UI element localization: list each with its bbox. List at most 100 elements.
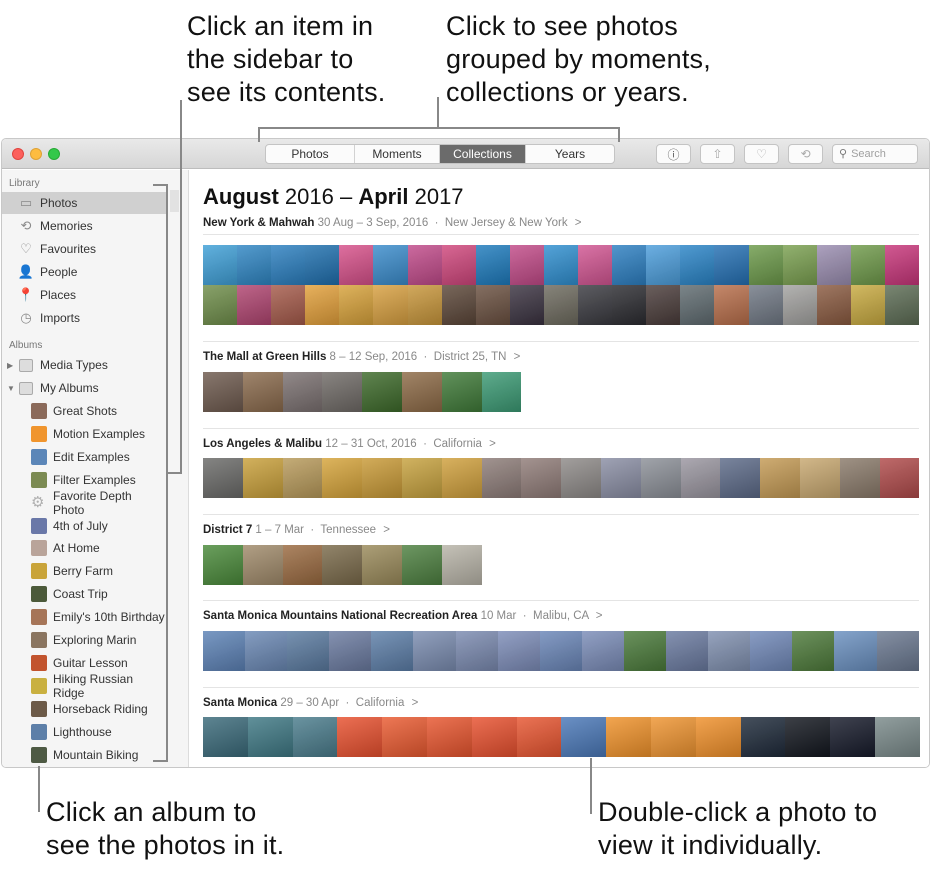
photo-thumbnail[interactable] — [237, 245, 272, 285]
photo-thumbnail[interactable] — [850, 245, 885, 285]
chevron-right-icon[interactable]: > — [514, 351, 521, 363]
photo-thumbnail[interactable] — [539, 631, 582, 671]
photo-thumbnail[interactable] — [748, 285, 783, 325]
sidebar-item-memories[interactable]: ⟲ Memories — [2, 215, 166, 237]
photo-thumbnail[interactable] — [516, 717, 562, 757]
close-button[interactable] — [12, 148, 24, 160]
photo-thumbnail[interactable] — [509, 285, 544, 325]
photo-thumbnail[interactable] — [750, 631, 793, 671]
photo-thumbnail[interactable] — [874, 717, 920, 757]
photo-thumbnail[interactable] — [237, 285, 272, 325]
share-button[interactable]: ⇧ — [700, 144, 735, 164]
photo-thumbnail[interactable] — [203, 545, 243, 585]
collection-header[interactable]: Santa Monica Mountains National Recreati… — [203, 610, 603, 622]
photo-thumbnail[interactable] — [509, 245, 544, 285]
photo-thumbnail[interactable] — [441, 245, 476, 285]
photo-thumbnail[interactable] — [471, 717, 517, 757]
photo-thumbnail[interactable] — [322, 458, 363, 498]
photo-thumbnail[interactable] — [612, 285, 647, 325]
photo-thumbnail[interactable] — [475, 245, 510, 285]
minimize-button[interactable] — [30, 148, 42, 160]
album-item[interactable]: Berry Farm — [2, 560, 166, 582]
photo-thumbnail[interactable] — [401, 458, 442, 498]
photo-thumbnail[interactable] — [799, 458, 840, 498]
photo-thumbnail[interactable] — [839, 458, 880, 498]
photo-thumbnail[interactable] — [879, 458, 920, 498]
sidebar-item-photos[interactable]: ▭ Photos — [2, 192, 166, 214]
photo-thumbnail[interactable] — [666, 631, 709, 671]
collection-header[interactable]: Los Angeles & Malibu 12 – 31 Oct, 2016 ·… — [203, 438, 496, 450]
photo-thumbnail[interactable] — [339, 285, 374, 325]
photo-thumbnail[interactable] — [287, 631, 330, 671]
favorite-button[interactable]: ♡ — [744, 144, 779, 164]
album-item[interactable]: Exploring Marin — [2, 629, 166, 651]
photo-thumbnail[interactable] — [640, 458, 681, 498]
sidebar-item-favourites[interactable]: ♡ Favourites — [2, 238, 166, 260]
sidebar-item-people[interactable]: 👤 People — [2, 261, 166, 283]
photo-thumbnail[interactable] — [362, 372, 402, 412]
photo-thumbnail[interactable] — [203, 458, 243, 498]
photo-thumbnail[interactable] — [203, 631, 246, 671]
photo-thumbnail[interactable] — [203, 245, 238, 285]
photo-thumbnail[interactable] — [785, 717, 831, 757]
photo-thumbnail[interactable] — [760, 458, 800, 498]
chevron-right-icon[interactable]: > — [412, 697, 419, 709]
photo-thumbnail[interactable] — [740, 717, 786, 757]
photo-thumbnail[interactable] — [203, 285, 238, 325]
sidebar-item-places[interactable]: 📍 Places — [2, 284, 166, 306]
photo-thumbnail[interactable] — [339, 245, 374, 285]
album-item[interactable]: Emily's 10th Birthday — [2, 606, 166, 628]
photo-thumbnail[interactable] — [792, 631, 835, 671]
photo-thumbnail[interactable] — [322, 372, 363, 412]
photo-thumbnail[interactable] — [441, 372, 482, 412]
photo-thumbnail[interactable] — [329, 631, 372, 671]
photo-thumbnail[interactable] — [600, 458, 641, 498]
chevron-right-icon[interactable]: > — [383, 524, 390, 536]
zoom-button[interactable] — [48, 148, 60, 160]
photo-thumbnail[interactable] — [650, 717, 696, 757]
album-item[interactable]: At Home — [2, 537, 166, 559]
chevron-right-icon[interactable]: > — [489, 438, 496, 450]
info-button[interactable]: ⓘ — [656, 144, 691, 164]
album-item[interactable]: Hiking Russian Ridge — [2, 672, 166, 700]
photo-thumbnail[interactable] — [816, 285, 851, 325]
photo-thumbnail[interactable] — [884, 285, 919, 325]
photo-thumbnail[interactable] — [561, 717, 607, 757]
photo-thumbnail[interactable] — [382, 717, 427, 757]
photo-thumbnail[interactable] — [834, 631, 877, 671]
photo-thumbnail[interactable] — [426, 717, 472, 757]
tab-photos[interactable]: Photos — [266, 145, 355, 163]
photo-thumbnail[interactable] — [441, 458, 482, 498]
photo-thumbnail[interactable] — [371, 631, 414, 671]
photo-thumbnail[interactable] — [714, 285, 749, 325]
photo-thumbnail[interactable] — [242, 372, 283, 412]
photo-thumbnail[interactable] — [322, 545, 363, 585]
photo-thumbnail[interactable] — [247, 717, 293, 757]
photo-thumbnail[interactable] — [441, 285, 476, 325]
rotate-button[interactable]: ⟲ — [788, 144, 823, 164]
photo-thumbnail[interactable] — [242, 458, 283, 498]
photo-thumbnail[interactable] — [782, 285, 817, 325]
sidebar-item-imports[interactable]: ◷ Imports — [2, 307, 166, 329]
photo-thumbnail[interactable] — [413, 631, 456, 671]
photo-thumbnail[interactable] — [830, 717, 875, 757]
photo-thumbnail[interactable] — [543, 245, 579, 285]
photo-thumbnail[interactable] — [748, 245, 783, 285]
tab-collections[interactable]: Collections — [440, 145, 526, 163]
photo-thumbnail[interactable] — [271, 285, 306, 325]
photo-thumbnail[interactable] — [373, 245, 408, 285]
search-field[interactable]: ⚲ Search — [832, 144, 918, 164]
collection-header[interactable]: Santa Monica 29 – 30 Apr · California > — [203, 697, 418, 709]
photo-thumbnail[interactable] — [455, 631, 498, 671]
photo-thumbnail[interactable] — [292, 717, 338, 757]
chevron-right-icon[interactable]: > — [575, 217, 582, 229]
album-item[interactable]: Horseback Riding — [2, 698, 166, 720]
photo-thumbnail[interactable] — [612, 245, 647, 285]
photo-thumbnail[interactable] — [337, 717, 383, 757]
photo-thumbnail[interactable] — [407, 245, 442, 285]
photo-thumbnail[interactable] — [521, 458, 562, 498]
photo-thumbnail[interactable] — [362, 458, 402, 498]
collection-header[interactable]: The Mall at Green Hills 8 – 12 Sep, 2016… — [203, 351, 520, 363]
album-item[interactable]: ⚙ Favorite Depth Photo — [2, 489, 166, 517]
album-item[interactable]: Filter Examples — [2, 469, 166, 491]
